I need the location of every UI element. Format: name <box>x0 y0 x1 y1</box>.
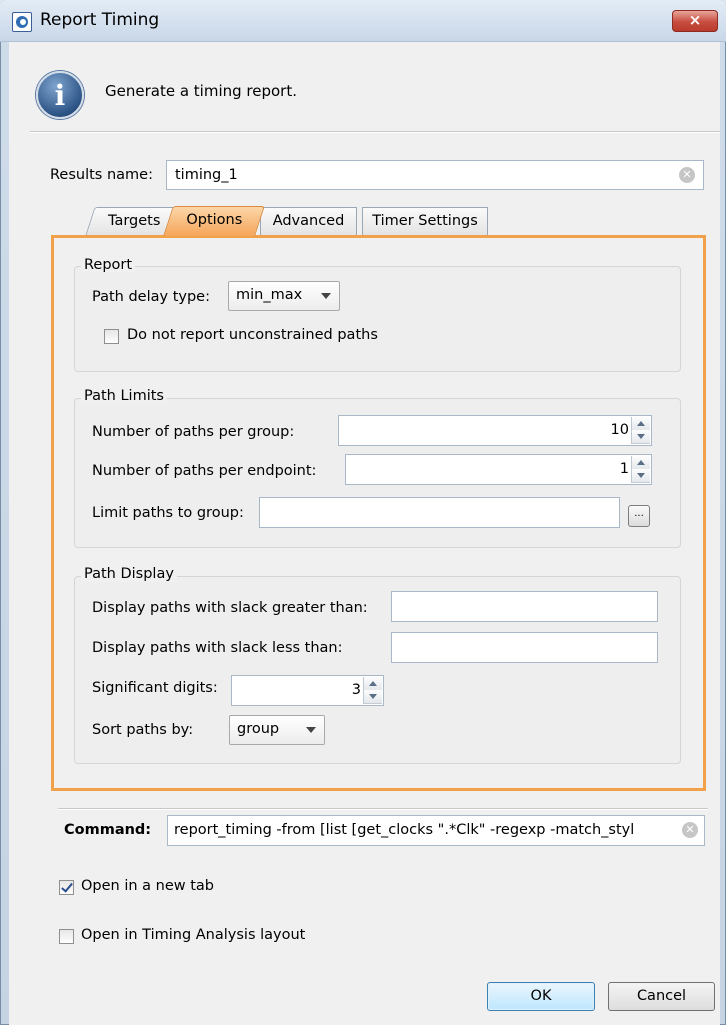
tab-timer-settings-label: Timer Settings <box>372 213 478 229</box>
decrement-icon[interactable] <box>632 469 650 483</box>
header-separator <box>30 131 720 133</box>
slack-greater-label: Display paths with slack greater than: <box>92 600 368 616</box>
slack-less-label: Display paths with slack less than: <box>92 640 343 656</box>
command-value: report_timing -from [list [get_clocks ".… <box>174 822 635 838</box>
info-glyph: i <box>54 79 66 112</box>
report-group-title: Report <box>81 257 136 273</box>
path-display-group-title: Path Display <box>81 566 177 582</box>
command-input[interactable]: report_timing -from [list [get_clocks ".… <box>167 815 705 846</box>
ok-button[interactable]: OK <box>487 982 595 1011</box>
paths-per-endpoint-stepper[interactable]: 1 <box>345 454 652 485</box>
unconstrained-paths-label: Do not report unconstrained paths <box>127 327 378 343</box>
slack-less-input[interactable] <box>391 632 658 663</box>
timing-layout-checkbox[interactable] <box>59 929 74 944</box>
clear-command-icon[interactable]: ✕ <box>682 822 698 838</box>
open-new-tab-checkbox[interactable] <box>59 880 74 895</box>
decrement-icon[interactable] <box>364 690 382 704</box>
results-name-input[interactable]: timing_1 ✕ <box>166 160 704 190</box>
window-title: Report Timing <box>40 10 160 30</box>
open-new-tab-label: Open in a new tab <box>81 878 215 894</box>
paths-per-group-stepper[interactable]: 10 <box>338 415 652 446</box>
increment-icon[interactable] <box>632 417 650 431</box>
timing-layout-label: Open in Timing Analysis layout <box>81 927 306 943</box>
cancel-button[interactable]: Cancel <box>608 982 715 1011</box>
tab-options-label: Options <box>186 212 243 228</box>
path-delay-type-select[interactable]: min_max <box>228 281 340 311</box>
sort-paths-select[interactable]: group <box>229 715 325 745</box>
header-message: Generate a timing report. <box>105 82 297 100</box>
unconstrained-paths-checkbox[interactable] <box>104 329 119 344</box>
decrement-icon[interactable] <box>632 430 650 444</box>
increment-icon[interactable] <box>632 456 650 470</box>
command-separator <box>58 808 708 810</box>
slack-greater-input[interactable] <box>391 591 658 622</box>
browse-group-button[interactable]: ... <box>628 505 650 527</box>
tab-advanced[interactable]: Advanced <box>260 207 357 235</box>
results-name-label: Results name: <box>50 167 153 183</box>
sort-paths-label: Sort paths by: <box>92 722 194 738</box>
tab-timer-settings[interactable]: Timer Settings <box>362 207 488 235</box>
significant-digits-stepper[interactable]: 3 <box>231 675 384 706</box>
report-group <box>74 266 681 372</box>
results-name-value: timing_1 <box>175 167 238 183</box>
paths-per-endpoint-label: Number of paths per endpoint: <box>92 463 317 479</box>
paths-per-endpoint-value: 1 <box>619 461 629 477</box>
paths-per-group-label: Number of paths per group: <box>92 424 295 440</box>
increment-icon[interactable] <box>364 677 382 691</box>
path-delay-type-value: min_max <box>236 287 303 303</box>
tab-targets-label: Targets <box>107 213 161 229</box>
tab-options[interactable]: Options <box>163 206 265 236</box>
chevron-down-icon <box>321 293 331 299</box>
significant-digits-value: 3 <box>351 682 361 698</box>
app-icon <box>12 12 32 32</box>
info-icon: i <box>36 71 84 119</box>
path-delay-type-label: Path delay type: <box>92 289 210 305</box>
limit-paths-group-input[interactable] <box>259 497 620 528</box>
chevron-down-icon <box>306 727 316 733</box>
command-label: Command: <box>64 822 152 838</box>
sort-paths-value: group <box>237 721 280 737</box>
path-limits-group-title: Path Limits <box>81 388 167 404</box>
close-button[interactable]: × <box>672 10 718 32</box>
limit-paths-group-label: Limit paths to group: <box>92 505 244 521</box>
paths-per-group-value: 10 <box>610 422 629 438</box>
clear-results-icon[interactable]: ✕ <box>679 167 695 183</box>
title-bar[interactable]: Report Timing × <box>0 0 726 42</box>
tab-advanced-label: Advanced <box>272 213 345 229</box>
significant-digits-label: Significant digits: <box>92 680 218 696</box>
